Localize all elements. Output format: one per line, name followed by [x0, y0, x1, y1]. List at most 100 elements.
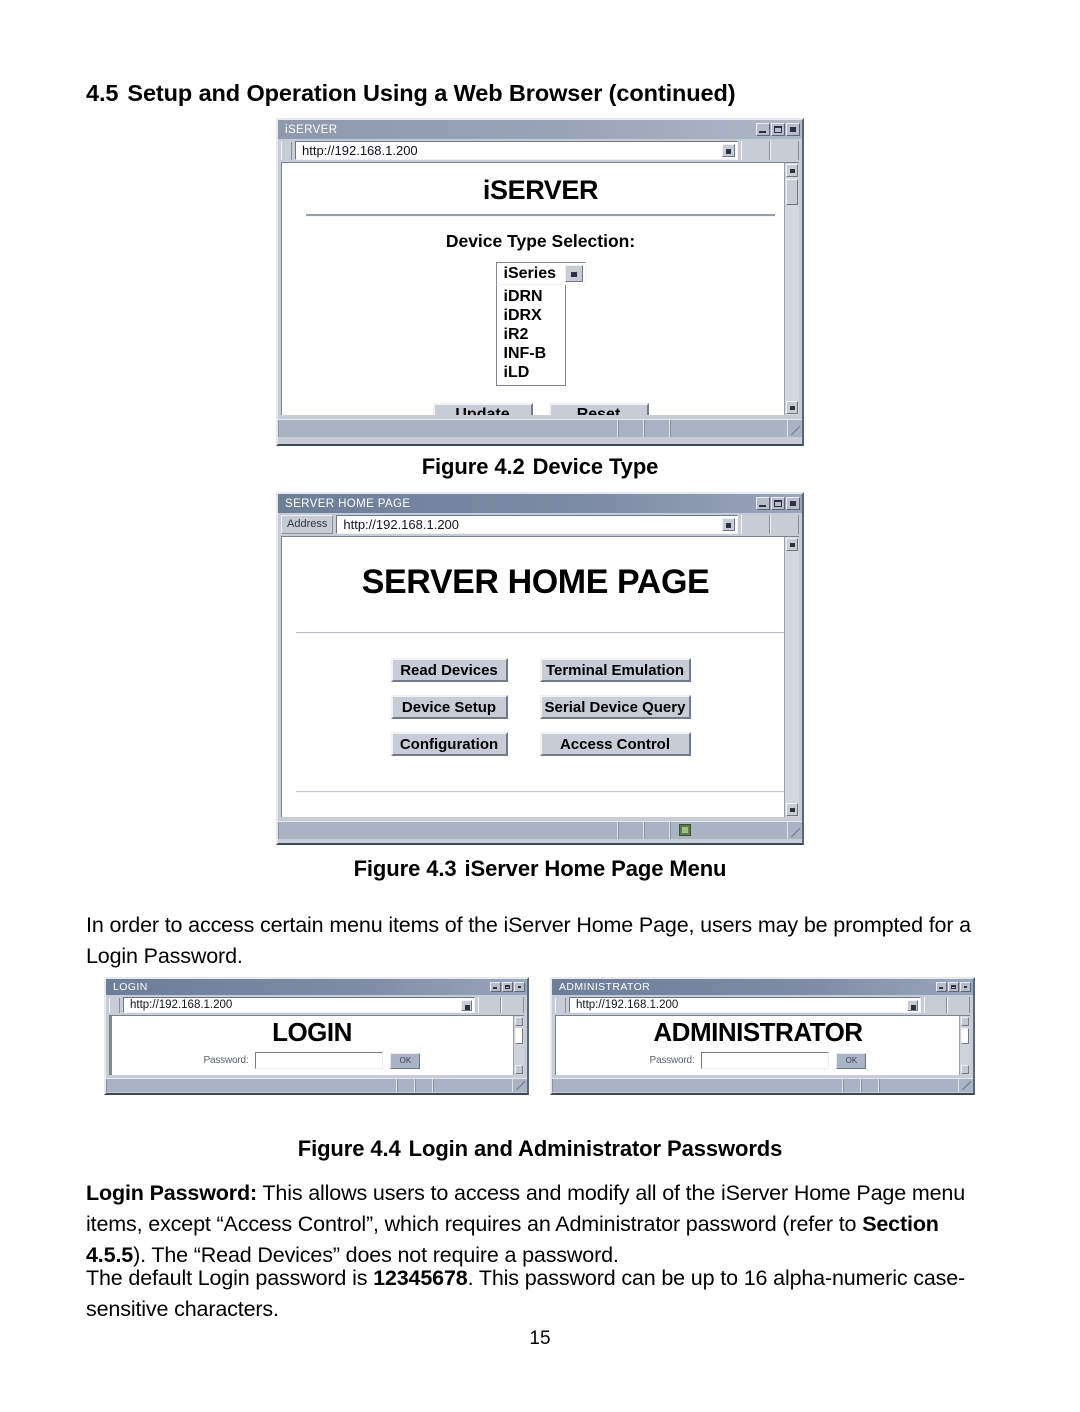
device-type-select[interactable]: iSeries — [495, 262, 586, 285]
list-item[interactable]: iDRX — [497, 306, 565, 325]
divider — [296, 632, 785, 634]
status-segment — [670, 420, 788, 437]
scroll-up-icon[interactable] — [786, 538, 798, 551]
scroll-thumb[interactable] — [786, 179, 798, 205]
browser-window-home-page[interactable]: SERVER HOME PAGE Address http://192.168.… — [276, 492, 804, 845]
minimize-icon[interactable] — [756, 497, 770, 510]
scroll-up-icon[interactable] — [961, 1017, 969, 1026]
maximize-icon[interactable] — [771, 497, 785, 510]
scroll-thumb[interactable] — [515, 1028, 523, 1044]
status-segment — [278, 822, 618, 839]
configuration-button[interactable]: Configuration — [390, 732, 509, 757]
chevron-down-icon[interactable] — [461, 1000, 472, 1011]
status-segment — [879, 1079, 959, 1092]
scroll-up-icon[interactable] — [786, 164, 798, 177]
browser-window-administrator[interactable]: ADMINISTRATOR http://192.168.1.200 ADMIN… — [550, 977, 975, 1095]
address-input[interactable]: http://192.168.1.200 — [569, 997, 921, 1013]
default-password-value: 12345678 — [373, 1266, 468, 1290]
vertical-scrollbar[interactable] — [959, 1016, 970, 1075]
window-controls[interactable] — [490, 982, 525, 992]
resize-grip[interactable] — [959, 1079, 973, 1092]
toolbar-tail — [478, 997, 524, 1013]
figure-number: Figure 4.3 — [353, 856, 457, 881]
security-zone-icon — [679, 824, 691, 836]
close-icon[interactable] — [786, 497, 800, 510]
close-icon[interactable] — [514, 982, 525, 992]
minimize-icon[interactable] — [936, 982, 947, 992]
maximize-icon[interactable] — [771, 123, 785, 136]
scroll-thumb[interactable] — [961, 1028, 969, 1044]
window-controls[interactable] — [756, 123, 800, 136]
chevron-down-icon[interactable] — [722, 144, 735, 157]
titlebar-administrator[interactable]: ADMINISTRATOR — [552, 979, 973, 995]
section-number: 4.5 — [86, 80, 119, 106]
toolbar-tail — [924, 997, 970, 1013]
titlebar-home-page[interactable]: SERVER HOME PAGE — [278, 494, 802, 513]
vertical-scrollbar[interactable] — [784, 163, 799, 415]
scroll-down-icon[interactable] — [961, 1065, 969, 1074]
default-password-paragraph: The default Login password is 12345678. … — [86, 1263, 996, 1325]
figure-number: Figure 4.2 — [421, 454, 525, 479]
address-value: http://192.168.1.200 — [343, 517, 460, 532]
address-input[interactable]: http://192.168.1.200 — [295, 141, 738, 160]
toolbar-grip — [109, 997, 120, 1013]
device-setup-button[interactable]: Device Setup — [390, 695, 509, 720]
figure-caption-4-4: Figure 4.4 Login and Administrator Passwo… — [0, 1136, 1080, 1162]
list-item[interactable]: iR2 — [497, 325, 565, 344]
address-bar-administrator[interactable]: http://192.168.1.200 — [552, 995, 973, 1015]
browser-window-login[interactable]: LOGIN http://192.168.1.200 LOGIN Passwor… — [104, 977, 529, 1095]
list-item[interactable]: INF-B — [497, 344, 565, 363]
window-controls[interactable] — [756, 497, 800, 510]
ok-button[interactable]: OK — [390, 1052, 421, 1069]
scroll-down-icon[interactable] — [786, 803, 798, 816]
status-segment — [618, 822, 644, 839]
password-input[interactable] — [255, 1052, 384, 1069]
viewport-home-page: SERVER HOME PAGE Read Devices Device Set… — [281, 536, 799, 817]
resize-grip[interactable] — [513, 1079, 527, 1092]
minimize-icon[interactable] — [756, 123, 770, 136]
close-icon[interactable] — [960, 982, 971, 992]
read-devices-button[interactable]: Read Devices — [390, 658, 509, 683]
device-type-option-list[interactable]: iDRN iDRX iR2 INF-B iLD — [495, 285, 566, 386]
chevron-down-icon[interactable] — [722, 518, 735, 531]
list-item[interactable]: iDRN — [497, 287, 565, 306]
update-button[interactable]: Update — [432, 403, 534, 415]
scroll-down-icon[interactable] — [515, 1065, 523, 1074]
ok-button[interactable]: OK — [836, 1052, 867, 1069]
password-input[interactable] — [701, 1052, 830, 1069]
resize-grip[interactable] — [788, 420, 802, 437]
vertical-scrollbar[interactable] — [513, 1016, 524, 1075]
serial-device-query-button[interactable]: Serial Device Query — [539, 695, 692, 720]
reset-button[interactable]: Reset — [548, 403, 650, 415]
minimize-icon[interactable] — [490, 982, 501, 992]
maximize-icon[interactable] — [502, 982, 513, 992]
address-bar-home-page[interactable]: Address http://192.168.1.200 — [278, 513, 802, 536]
titlebar-login[interactable]: LOGIN — [106, 979, 527, 995]
maximize-icon[interactable] — [948, 982, 959, 992]
address-bar-login[interactable]: http://192.168.1.200 — [106, 995, 527, 1015]
scroll-up-icon[interactable] — [515, 1017, 523, 1026]
browser-window-device-type[interactable]: iSERVER http://192.168.1.200 iSERVER Dev… — [276, 118, 804, 446]
chevron-down-icon[interactable] — [907, 1000, 918, 1011]
content-heading: iSERVER — [482, 175, 599, 205]
list-item[interactable]: iLD — [497, 363, 565, 382]
vertical-scrollbar[interactable] — [784, 537, 799, 817]
intro-paragraph: In order to access certain menu items of… — [86, 913, 971, 968]
status-segment — [552, 1079, 843, 1092]
titlebar-device-type[interactable]: iSERVER — [278, 120, 802, 139]
address-label: Address — [281, 515, 334, 534]
window-controls[interactable] — [936, 982, 971, 992]
address-bar-device-type[interactable]: http://192.168.1.200 — [278, 139, 802, 162]
resize-grip[interactable] — [788, 822, 802, 839]
figure-title: Device Type — [532, 454, 659, 479]
close-icon[interactable] — [786, 123, 800, 136]
terminal-emulation-button[interactable]: Terminal Emulation — [539, 658, 692, 683]
address-input[interactable]: http://192.168.1.200 — [336, 515, 738, 534]
status-segment — [644, 822, 670, 839]
window-title: LOGIN — [113, 981, 148, 993]
address-input[interactable]: http://192.168.1.200 — [123, 997, 475, 1013]
chevron-down-icon[interactable] — [564, 265, 583, 282]
toolbar-tail — [741, 515, 799, 534]
scroll-down-icon[interactable] — [786, 401, 798, 414]
access-control-button[interactable]: Access Control — [539, 732, 692, 757]
